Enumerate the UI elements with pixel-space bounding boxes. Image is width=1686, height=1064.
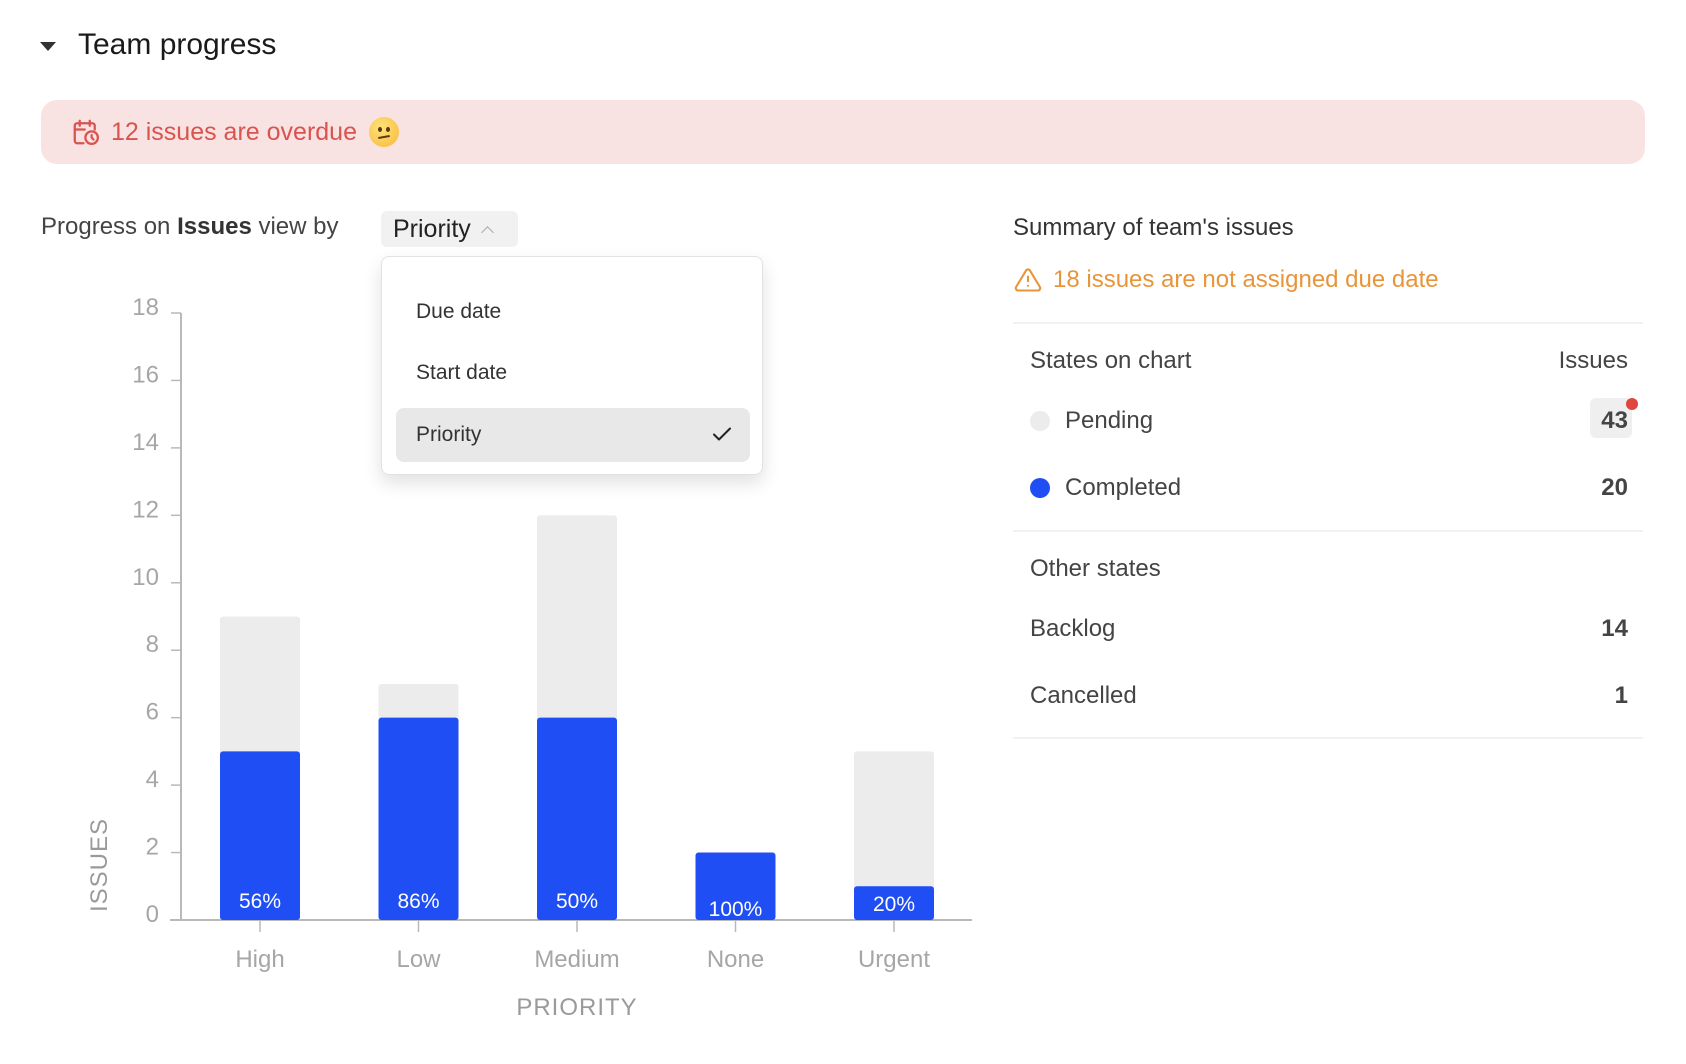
bar-data-label: 20% bbox=[873, 893, 915, 916]
bar-data-label: 86% bbox=[397, 890, 439, 913]
y-tick-label: 14 bbox=[132, 429, 159, 456]
check-icon bbox=[713, 427, 731, 441]
x-tick-label: Urgent bbox=[858, 946, 930, 973]
cancelled-count: 1 bbox=[1614, 682, 1628, 709]
notification-dot bbox=[1626, 398, 1638, 410]
confused-face-emoji bbox=[368, 117, 399, 147]
cancelled-state-label: Cancelled bbox=[1030, 682, 1137, 709]
backlog-count: 14 bbox=[1601, 615, 1628, 642]
completed-legend-dot bbox=[1030, 478, 1050, 498]
dropdown-option-due-date[interactable]: Due date bbox=[396, 285, 750, 339]
y-tick-label: 2 bbox=[146, 834, 159, 861]
option-label: Due date bbox=[416, 300, 502, 323]
other-states-label: Other states bbox=[1030, 555, 1161, 582]
view-by-selected-value: Priority bbox=[393, 214, 471, 243]
bar-data-label: 56% bbox=[239, 890, 281, 913]
y-tick-label: 4 bbox=[146, 766, 159, 793]
y-tick-label: 6 bbox=[146, 699, 159, 726]
bar-pending-high bbox=[220, 616, 300, 756]
bar-pending-urgent bbox=[854, 751, 934, 891]
x-tick-label: Medium bbox=[534, 946, 619, 973]
issues-column-label: Issues bbox=[1558, 347, 1628, 374]
y-tick-label: 12 bbox=[132, 496, 159, 523]
progress-suffix: view by bbox=[251, 213, 339, 240]
warning-triangle-icon bbox=[1014, 268, 1042, 292]
y-axis-title: ISSUES bbox=[86, 818, 113, 912]
progress-entity: Issues bbox=[177, 213, 252, 240]
pending-state-label[interactable]: Pending bbox=[1065, 407, 1153, 435]
x-tick-label: Low bbox=[396, 946, 441, 973]
completed-count: 20 bbox=[1601, 474, 1628, 501]
divider bbox=[1013, 530, 1643, 532]
bar-data-label: 50% bbox=[556, 890, 598, 913]
dropdown-option-priority[interactable]: Priority bbox=[396, 408, 750, 462]
progress-label: Progress on Issues view by bbox=[41, 213, 339, 241]
section-header[interactable]: Team progress bbox=[40, 24, 276, 66]
overdue-text: 12 issues are overdue bbox=[111, 117, 357, 146]
x-axis-title: PRIORITY bbox=[516, 994, 637, 1021]
view-by-select[interactable]: Priority bbox=[381, 211, 518, 247]
completed-state-label[interactable]: Completed bbox=[1065, 474, 1181, 502]
calendar-clock-icon bbox=[73, 119, 99, 145]
dropdown-option-start-date[interactable]: Start date bbox=[396, 346, 750, 400]
x-tick-label: High bbox=[235, 946, 284, 973]
x-tick-label: None bbox=[707, 946, 764, 973]
pending-legend-dot bbox=[1030, 411, 1050, 431]
section-title: Team progress bbox=[78, 28, 277, 61]
pending-count: 43 bbox=[1601, 407, 1628, 434]
y-tick-label: 10 bbox=[132, 564, 159, 591]
no-due-date-warning: 18 issues are not assigned due date bbox=[1013, 266, 1439, 294]
warning-text: 18 issues are not assigned due date bbox=[1053, 266, 1439, 293]
bar-pending-low bbox=[378, 683, 459, 722]
y-tick-label: 16 bbox=[132, 361, 159, 388]
option-label: Start date bbox=[416, 361, 508, 384]
states-on-chart-label: States on chart bbox=[1030, 347, 1192, 374]
progress-prefix: Progress on bbox=[41, 213, 178, 240]
overdue-banner: 12 issues are overdue bbox=[41, 100, 1645, 164]
divider bbox=[1013, 322, 1643, 324]
option-label: Priority bbox=[416, 423, 482, 446]
divider bbox=[1013, 737, 1643, 739]
summary-title: Summary of team's issues bbox=[1013, 214, 1294, 241]
bar-pending-medium bbox=[537, 515, 617, 722]
caret-down-icon[interactable] bbox=[40, 41, 56, 51]
y-tick-label: 0 bbox=[146, 901, 159, 928]
bar-data-label: 100% bbox=[709, 898, 763, 921]
y-tick-label: 18 bbox=[132, 294, 159, 321]
backlog-state-label: Backlog bbox=[1030, 615, 1116, 642]
chevron-up-icon bbox=[480, 225, 494, 239]
y-tick-label: 8 bbox=[146, 631, 159, 658]
view-by-dropdown-menu: Due date Start date Priority bbox=[381, 256, 763, 475]
